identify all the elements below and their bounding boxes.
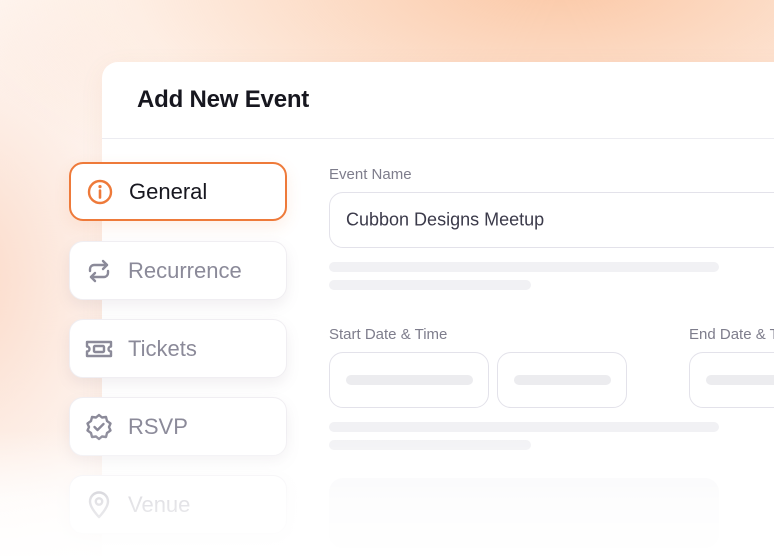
end-date-label: End Date & T xyxy=(689,326,774,343)
placeholder-line xyxy=(329,422,719,432)
tab-label: General xyxy=(129,178,208,204)
dialog-header: Add New Event xyxy=(102,62,774,139)
field-placeholder-bar xyxy=(346,375,473,385)
placeholder-block xyxy=(329,478,719,548)
event-name-value: Cubbon Designs Meetup xyxy=(346,209,545,230)
start-date-label: Start Date & Time xyxy=(329,326,448,343)
map-pin-icon xyxy=(84,490,114,520)
tab-label: RSVP xyxy=(128,413,188,439)
event-name-input[interactable]: Cubbon Designs Meetup xyxy=(329,192,774,248)
field-placeholder-bar xyxy=(514,375,611,385)
tab-label: Recurrence xyxy=(128,257,242,283)
tab-rsvp[interactable]: RSVP xyxy=(69,397,287,456)
dialog-title: Add New Event xyxy=(137,86,310,113)
start-time-field[interactable] xyxy=(497,352,627,408)
placeholder-line xyxy=(329,262,719,272)
repeat-icon xyxy=(84,256,114,286)
end-date-field[interactable] xyxy=(689,352,774,408)
field-placeholder-bar xyxy=(706,375,774,385)
event-name-label: Event Name xyxy=(329,166,412,183)
start-date-field[interactable] xyxy=(329,352,489,408)
ticket-icon xyxy=(84,334,114,364)
placeholder-line xyxy=(329,440,531,450)
tab-tickets[interactable]: Tickets xyxy=(69,319,287,378)
info-icon xyxy=(85,177,115,207)
tab-general[interactable]: General xyxy=(69,162,287,221)
tab-venue[interactable]: Venue xyxy=(69,475,287,534)
badge-check-icon xyxy=(84,412,114,442)
placeholder-line xyxy=(329,280,531,290)
tab-label: Tickets xyxy=(128,335,197,361)
tab-label: Venue xyxy=(128,491,191,517)
tab-recurrence[interactable]: Recurrence xyxy=(69,241,287,300)
